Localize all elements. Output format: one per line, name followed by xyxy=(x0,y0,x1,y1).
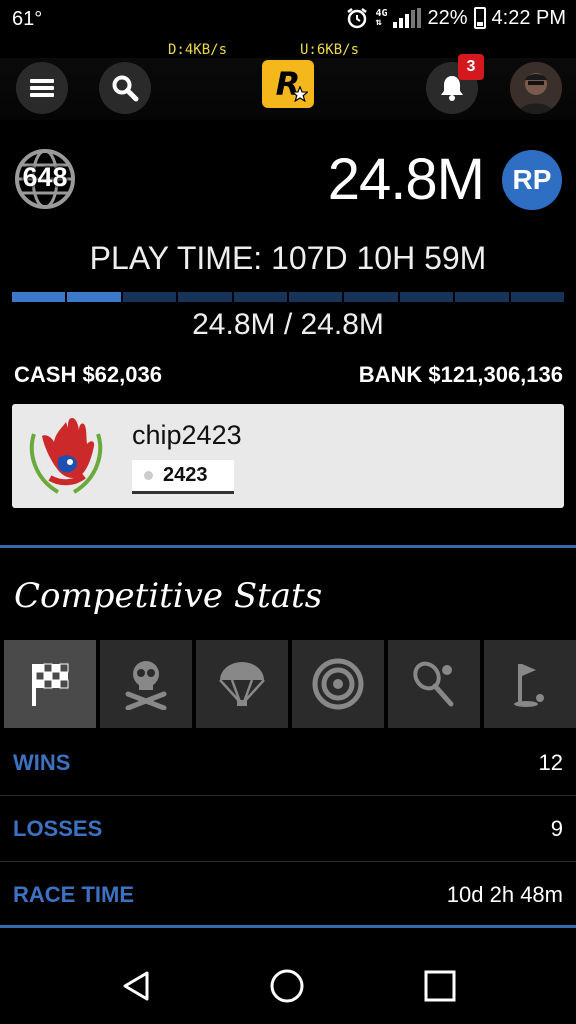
stat-row-wins: WINS 12 xyxy=(0,730,576,796)
rp-progress-text: 24.8M / 24.8M xyxy=(192,308,384,341)
section-divider xyxy=(0,545,576,548)
avatar[interactable] xyxy=(510,62,562,114)
search-button[interactable] xyxy=(99,62,151,114)
tab-tennis[interactable] xyxy=(388,640,480,728)
battery-icon xyxy=(473,7,486,29)
stat-label: WINS xyxy=(13,750,71,775)
tab-deathmatch[interactable] xyxy=(100,640,192,728)
crew-name: chip2423 xyxy=(132,420,242,450)
stat-tabs xyxy=(4,640,576,728)
crew-card[interactable]: chip2423 2423 xyxy=(12,404,564,508)
race-flag-icon xyxy=(32,663,69,706)
clock: 4:22 PM xyxy=(491,6,566,29)
crew-tag-text: 2423 xyxy=(163,464,208,486)
app-header: R xyxy=(0,58,576,120)
tennis-icon xyxy=(413,661,454,707)
tab-racing[interactable] xyxy=(4,640,96,728)
play-time: PLAY TIME: 107D 10H 59M xyxy=(89,240,487,276)
section-title: Competitive Stats xyxy=(14,576,323,616)
recents-button[interactable] xyxy=(420,966,460,1006)
rank-level: 648 xyxy=(22,162,68,192)
android-nav-bar xyxy=(0,944,576,1024)
notification-badge: 3 xyxy=(458,54,484,80)
recents-icon xyxy=(424,970,456,1002)
star-icon xyxy=(292,86,308,102)
skull-crossbones-icon xyxy=(125,661,167,710)
rp-badge: RP xyxy=(502,150,562,210)
target-icon xyxy=(312,658,364,710)
search-icon xyxy=(112,75,139,102)
back-button[interactable] xyxy=(116,966,156,1006)
temperature: 61° xyxy=(12,8,43,30)
stat-label: RACE TIME xyxy=(13,882,134,907)
cash-amount: CASH $62,036 xyxy=(14,362,162,387)
home-button[interactable] xyxy=(267,966,307,1006)
rockstar-logo[interactable]: R xyxy=(262,60,314,108)
alarm-icon xyxy=(347,8,368,29)
network-type: 4G ⇅ xyxy=(375,8,388,28)
progress-segment xyxy=(12,292,66,302)
parachute-icon xyxy=(219,662,265,706)
bottom-divider xyxy=(0,925,576,928)
progress-segment xyxy=(289,292,343,302)
bank-amount: BANK $121,306,136 xyxy=(358,362,563,387)
progress-segment xyxy=(399,292,454,302)
progress-segment xyxy=(178,292,232,302)
progress-segment xyxy=(510,292,565,302)
tab-parachuting[interactable] xyxy=(196,640,288,728)
stat-value: 12 xyxy=(538,750,563,775)
progress-segment xyxy=(344,292,398,302)
golf-icon xyxy=(514,664,544,707)
rp-total: 24.8M xyxy=(327,147,485,212)
rp-progress-bar xyxy=(12,292,565,302)
stat-value: 9 xyxy=(550,816,563,841)
stat-row-losses: LOSSES 9 xyxy=(0,796,576,862)
upload-speed: U:6KB/s xyxy=(300,42,360,58)
signal-icon xyxy=(393,8,422,28)
progress-segment xyxy=(233,292,288,302)
download-speed: D:4KB/s xyxy=(168,42,228,58)
crew-tag-dot xyxy=(144,471,153,480)
crew-tag: 2423 xyxy=(132,460,234,494)
tab-golf[interactable] xyxy=(484,640,576,728)
tab-shooting[interactable] xyxy=(292,640,384,728)
progress-segment xyxy=(455,292,509,302)
progress-segment xyxy=(67,292,121,302)
crew-emblem xyxy=(29,418,103,494)
status-icons: 4G ⇅ 22% 4:22 PM xyxy=(345,6,566,30)
hamburger-icon xyxy=(30,76,54,100)
stat-value: 10d 2h 48m xyxy=(446,882,563,907)
status-bar: 61° 4G ⇅ 22% 4:22 PM xyxy=(0,0,576,40)
battery-percent: 22% xyxy=(427,6,468,29)
stat-label: LOSSES xyxy=(13,816,103,841)
home-icon xyxy=(270,969,304,1003)
progress-segment xyxy=(122,292,177,302)
menu-button[interactable] xyxy=(16,62,68,114)
avatar-image xyxy=(510,62,562,114)
stat-row-race-time: RACE TIME 10d 2h 48m xyxy=(0,862,576,928)
back-icon xyxy=(123,971,149,1001)
